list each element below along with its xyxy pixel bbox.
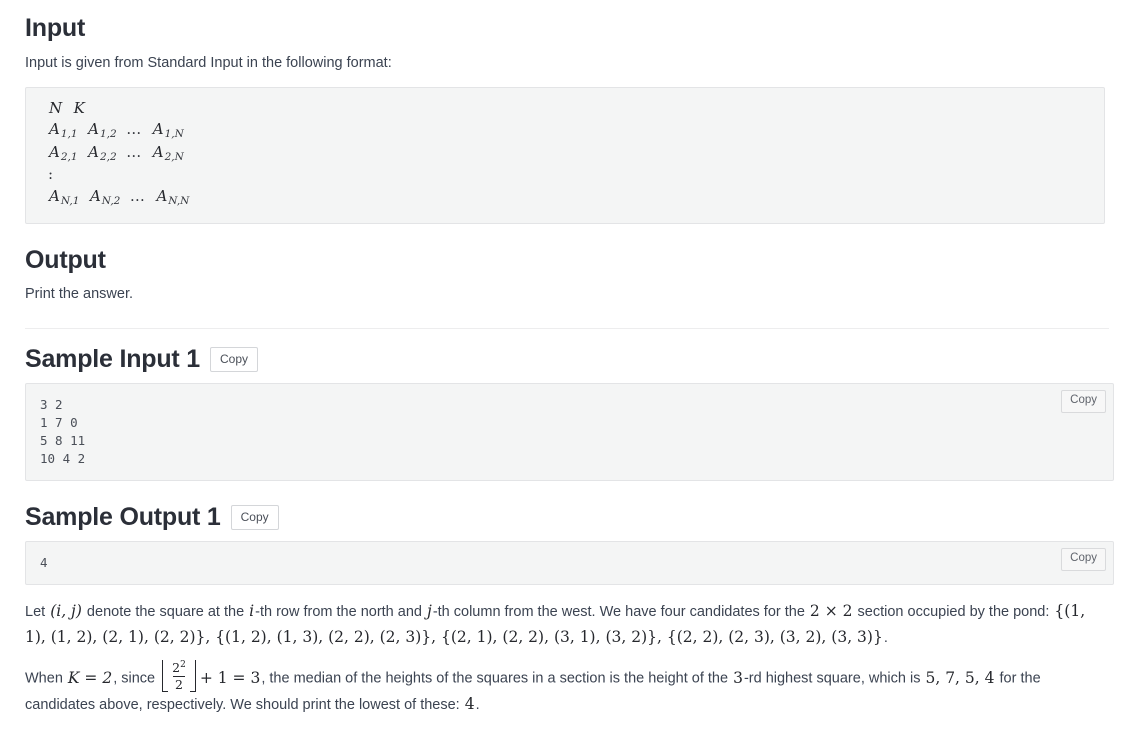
input-section-description: Input is given from Standard Input in th… <box>25 54 392 71</box>
output-section-heading: Output <box>25 245 106 274</box>
exp1-text-6: . <box>883 629 888 646</box>
fraction: 22 2 <box>168 660 190 691</box>
input-format-code: N K A1,1 A1,2 … A1,N A2,1 A2,2 … A2,N : … <box>25 86 1105 224</box>
floor-fraction: 22 2 <box>162 660 196 692</box>
problem-statement-page: Input Input is given from Standard Input… <box>0 14 1134 717</box>
copy-sample-output-1-corner-button[interactable]: Copy <box>1061 548 1106 571</box>
copy-sample-input-1-button[interactable]: Copy <box>210 346 259 373</box>
sample-output-1-code: 4 <box>25 541 1114 586</box>
exp2-text-3: , the median of the heights of the squar… <box>261 670 733 687</box>
input-section-heading: Input <box>25 14 86 42</box>
fraction-numerator: 22 <box>170 660 188 676</box>
exp1-text-3: -th row from the north and <box>255 604 426 621</box>
fraction-denominator: 2 <box>173 675 185 692</box>
format-line-vdots: : <box>48 165 54 184</box>
exp2-math-1: K = 2 <box>67 668 113 687</box>
format-line: A2,1 A2,2 … A2,N <box>49 142 184 163</box>
explanation-paragraph-2: When K = 2, since 22 2 + 1 = 3, the median… <box>25 660 1109 717</box>
exp1-math-3: j <box>427 602 432 621</box>
exp2-math-5: 4 <box>464 694 475 713</box>
floor-right-bracket <box>189 660 196 692</box>
format-line: AN,1 AN,2 … AN,N <box>49 186 190 207</box>
exp1-text-5: section occupied by the pond: <box>853 604 1054 621</box>
exp2-text-6: . <box>475 696 480 713</box>
exp1-text-4: -th column from the west. We have four c… <box>432 604 809 621</box>
exp2-text-4: -rd highest square, which is <box>743 670 925 687</box>
sample-input-1-header: Sample Input 1 Copy <box>25 345 1109 374</box>
exp2-math-2: + 1 = 3 <box>199 668 261 687</box>
section-divider <box>25 328 1109 330</box>
exp1-math-4: 2 × 2 <box>809 602 853 621</box>
sample-output-1-header: Sample Output 1 Copy <box>25 503 1109 532</box>
input-format-block: N K A1,1 A1,2 … A1,N A2,1 A2,2 … A2,N : … <box>25 86 1109 224</box>
exp2-text-2: , since <box>113 670 160 687</box>
sample-input-1-code: 3 2 1 7 0 5 8 11 10 4 2 <box>25 382 1114 482</box>
exp1-math-1: (i, j) <box>50 602 82 621</box>
fraction-numerator-exponent: 2 <box>180 660 186 671</box>
exp2-math-4: 5, 7, 5, 4 <box>925 668 995 687</box>
exp1-text-1: Let <box>25 604 50 621</box>
exp2-math-3: 3 <box>733 668 743 687</box>
sample-output-1-heading: Sample Output 1 <box>25 503 221 532</box>
exp1-text-2: denote the square at the <box>82 604 249 621</box>
explanation-paragraph-1: Let (i, j) denote the square at the i-th… <box>25 599 1109 650</box>
fraction-numerator-base: 2 <box>172 660 181 676</box>
exp2-text-1: When <box>25 670 67 687</box>
sample-input-1-heading: Sample Input 1 <box>25 345 201 374</box>
sample-output-1-block: 4 Copy <box>25 541 1114 586</box>
copy-sample-input-1-corner-button[interactable]: Copy <box>1061 389 1106 413</box>
copy-sample-output-1-button[interactable]: Copy <box>230 505 279 531</box>
sample-explanation: Let (i, j) denote the square at the i-th… <box>25 599 1109 717</box>
format-line: A1,1 A1,2 … A1,N <box>49 119 184 140</box>
output-section-description: Print the answer. <box>25 286 133 303</box>
sample-input-1-block: 3 2 1 7 0 5 8 11 10 4 2 Copy <box>25 382 1114 482</box>
format-line: N K <box>49 98 85 117</box>
